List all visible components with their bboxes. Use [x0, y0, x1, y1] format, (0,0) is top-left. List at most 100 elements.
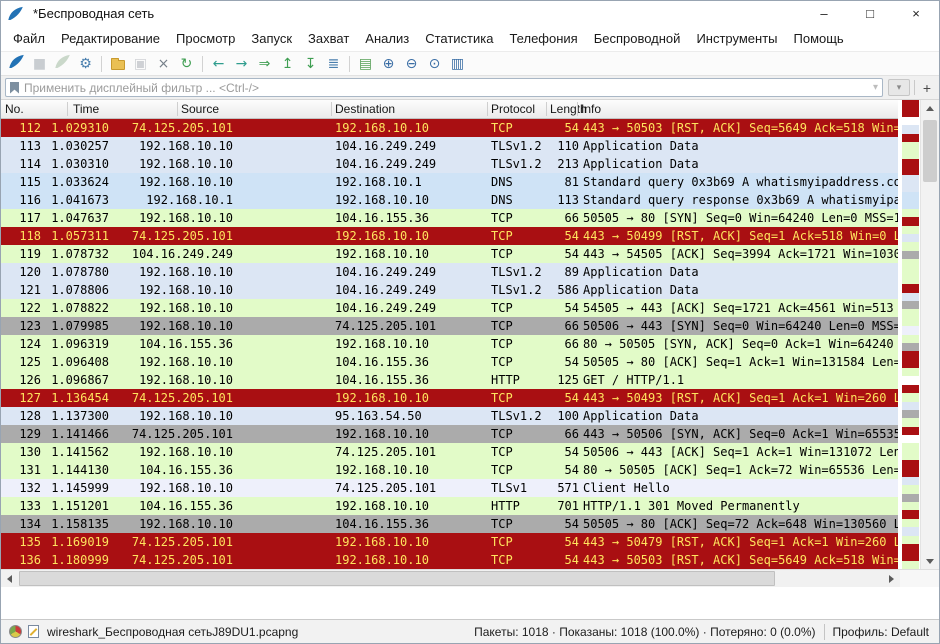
packet-cell-info: Standard query 0x3b69 A whatismyipaddres…: [583, 173, 898, 191]
packet-cell-time: 1.078732: [47, 245, 109, 263]
empty-detail-area: [1, 587, 939, 619]
packet-minimap-scrollbar[interactable]: [900, 100, 919, 569]
minimize-button[interactable]: –: [801, 1, 847, 25]
resize-columns-button[interactable]: ▥: [446, 53, 469, 75]
profile-label[interactable]: Профиль: Default: [833, 625, 930, 639]
header-separator[interactable]: [487, 102, 488, 116]
packet-cell-proto: TCP: [491, 353, 545, 371]
header-separator[interactable]: [177, 102, 178, 116]
close-button[interactable]: ×: [893, 1, 939, 25]
filter-expression-dropdown[interactable]: ▾: [888, 79, 910, 96]
capture-comment-icon[interactable]: [28, 625, 39, 638]
close-file-button[interactable]: ×: [152, 53, 175, 75]
menu-item-7[interactable]: Телефония: [501, 28, 585, 49]
scroll-right-button[interactable]: [883, 570, 900, 587]
menu-item-8[interactable]: Беспроводной: [586, 28, 689, 49]
col-header-info[interactable]: Info: [581, 102, 601, 116]
packet-cell-time: 1.029310: [47, 119, 109, 137]
display-filter-input[interactable]: [24, 81, 869, 95]
menu-item-0[interactable]: Файл: [5, 28, 53, 49]
packet-row[interactable]: 1301.141562192.168.10.1074.125.205.101TC…: [1, 443, 898, 461]
packet-row[interactable]: 1231.079985192.168.10.1074.125.205.101TC…: [1, 317, 898, 335]
packet-row[interactable]: 1311.144130104.16.155.36192.168.10.10TCP…: [1, 461, 898, 479]
add-filter-button[interactable]: +: [919, 79, 935, 96]
zoom-out-button[interactable]: ⊖: [400, 53, 423, 75]
open-file-button[interactable]: [106, 53, 129, 75]
packet-row[interactable]: 1361.18099974.125.205.101192.168.10.10TC…: [1, 551, 898, 569]
reload-file-button[interactable]: ↻: [175, 53, 198, 75]
packet-row[interactable]: 1221.078822192.168.10.10104.16.249.249TC…: [1, 299, 898, 317]
menu-item-2[interactable]: Просмотр: [168, 28, 243, 49]
zoom-in-button[interactable]: ⊕: [377, 53, 400, 75]
packet-cell-info: Application Data: [583, 263, 898, 281]
auto-scroll-button[interactable]: ≣: [322, 53, 345, 75]
colorize-button[interactable]: ▤: [354, 53, 377, 75]
scroll-up-button[interactable]: [921, 100, 939, 116]
go-forward-button[interactable]: →: [230, 53, 253, 75]
menu-item-6[interactable]: Статистика: [417, 28, 501, 49]
scroll-down-button[interactable]: [921, 553, 939, 569]
packet-row[interactable]: 1191.078732104.16.249.249192.168.10.10TC…: [1, 245, 898, 263]
go-back-button[interactable]: ←: [207, 53, 230, 75]
packet-row[interactable]: 1331.151201104.16.155.36192.168.10.10HTT…: [1, 497, 898, 515]
packet-row[interactable]: 1271.13645474.125.205.101192.168.10.10TC…: [1, 389, 898, 407]
packet-cell-proto: TCP: [491, 119, 545, 137]
go-to-packet-button[interactable]: ⇒: [253, 53, 276, 75]
menu-item-5[interactable]: Анализ: [357, 28, 417, 49]
zoom-100-button[interactable]: ⊙: [423, 53, 446, 75]
go-first-packet-button[interactable]: ↥: [276, 53, 299, 75]
packet-row[interactable]: 1261.096867192.168.10.10104.16.155.36HTT…: [1, 371, 898, 389]
display-filter-field[interactable]: ▾: [5, 78, 883, 97]
packet-row[interactable]: 1121.02931074.125.205.101192.168.10.10TC…: [1, 119, 898, 137]
header-separator[interactable]: [546, 102, 547, 116]
filter-field-caret-icon[interactable]: ▾: [873, 82, 878, 93]
packet-row[interactable]: 1131.030257192.168.10.10104.16.249.249TL…: [1, 137, 898, 155]
horizontal-scrollbar-thumb[interactable]: [19, 571, 775, 586]
col-header-time[interactable]: Time: [73, 102, 99, 116]
col-header-protocol[interactable]: Protocol: [491, 102, 535, 116]
packet-row[interactable]: 1351.16901974.125.205.101192.168.10.10TC…: [1, 533, 898, 551]
packet-row[interactable]: 1211.078806192.168.10.10104.16.249.249TL…: [1, 281, 898, 299]
packet-cell-len: 66: [545, 209, 579, 227]
col-header-destination[interactable]: Destination: [335, 102, 395, 116]
header-separator[interactable]: [67, 102, 68, 116]
packet-cell-src: 192.168.10.10: [113, 407, 233, 425]
packet-row[interactable]: 1321.145999192.168.10.1074.125.205.101TL…: [1, 479, 898, 497]
wireshark-logo-icon: [7, 5, 25, 21]
header-separator[interactable]: [577, 102, 578, 116]
packet-row[interactable]: 1251.096408192.168.10.10104.16.155.36TCP…: [1, 353, 898, 371]
vertical-scrollbar[interactable]: [920, 100, 939, 569]
maximize-button[interactable]: □: [847, 1, 893, 25]
menu-item-3[interactable]: Запуск: [243, 28, 300, 49]
col-header-no[interactable]: No.: [5, 102, 24, 116]
packet-row[interactable]: 1281.137300192.168.10.1095.163.54.50TLSv…: [1, 407, 898, 425]
packet-cell-src: 104.16.155.36: [113, 461, 233, 479]
packet-cell-src: 74.125.205.101: [113, 227, 233, 245]
go-last-packet-button[interactable]: ↧: [299, 53, 322, 75]
vertical-scrollbar-thumb[interactable]: [923, 120, 937, 182]
packet-row[interactable]: 1171.047637192.168.10.10104.16.155.36TCP…: [1, 209, 898, 227]
packet-cell-info: 80 → 50505 [SYN, ACK] Seq=0 Ack=1 Win=64…: [583, 335, 898, 353]
go-forward-icon: →: [236, 57, 248, 71]
packet-row[interactable]: 1241.096319104.16.155.36192.168.10.10TCP…: [1, 335, 898, 353]
capture-options-button[interactable]: ⚙: [74, 53, 97, 75]
packet-row[interactable]: 1151.033624192.168.10.10192.168.10.1DNS8…: [1, 173, 898, 191]
start-capture-button[interactable]: [5, 53, 28, 75]
col-header-source[interactable]: Source: [181, 102, 219, 116]
header-separator[interactable]: [331, 102, 332, 116]
packet-row[interactable]: 1201.078780192.168.10.10104.16.249.249TL…: [1, 263, 898, 281]
packet-row[interactable]: 1341.158135192.168.10.10104.16.155.36TCP…: [1, 515, 898, 533]
filter-bookmark-icon[interactable]: [10, 82, 19, 94]
menu-item-4[interactable]: Захват: [300, 28, 357, 49]
packet-row[interactable]: 1291.14146674.125.205.101192.168.10.10TC…: [1, 425, 898, 443]
menu-item-1[interactable]: Редактирование: [53, 28, 168, 49]
packet-row[interactable]: 1181.05731174.125.205.101192.168.10.10TC…: [1, 227, 898, 245]
packet-row[interactable]: 1161.041673192.168.10.1192.168.10.10DNS1…: [1, 191, 898, 209]
menu-item-10[interactable]: Помощь: [786, 28, 852, 49]
packet-cell-dst: 104.16.155.36: [335, 515, 487, 533]
horizontal-scrollbar[interactable]: [1, 569, 900, 587]
menu-item-9[interactable]: Инструменты: [688, 28, 785, 49]
scroll-left-button[interactable]: [1, 570, 18, 587]
packet-row[interactable]: 1141.030310192.168.10.10104.16.249.249TL…: [1, 155, 898, 173]
expert-info-icon[interactable]: [9, 625, 22, 638]
